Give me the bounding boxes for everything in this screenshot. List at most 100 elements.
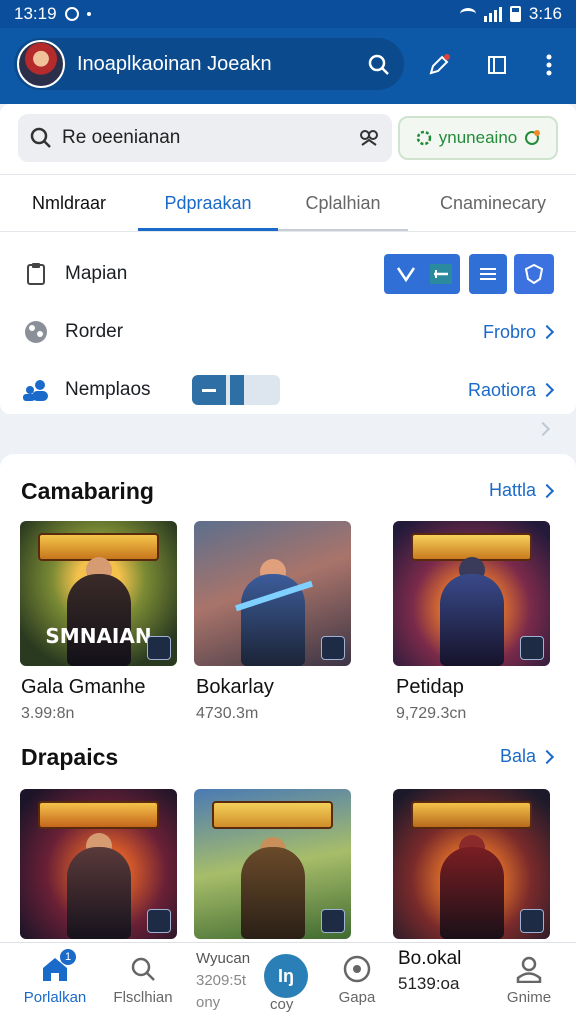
- puzzle-icon: [22, 318, 50, 346]
- game-thumbnail[interactable]: [393, 521, 550, 666]
- list-item-rorder[interactable]: Rorder Frobro: [0, 304, 576, 360]
- download-value: 5139:oa: [398, 974, 460, 993]
- fab-label: coy: [270, 996, 294, 1013]
- nav-label: Gnime: [506, 989, 552, 1006]
- section-see-all-link[interactable]: Hattla: [488, 480, 555, 501]
- game-thumbnail[interactable]: [393, 789, 550, 939]
- row-label: Mapian: [65, 263, 128, 284]
- bookmark-icon[interactable]: [482, 50, 512, 80]
- game-thumbnail[interactable]: SMNAIAN: [20, 521, 177, 666]
- section-link-text: Hattla: [488, 480, 536, 500]
- app-title: Inoaplkaoinan Joeakn: [77, 52, 272, 75]
- row-link-frobro[interactable]: Frobro: [482, 321, 555, 343]
- more-options-icon[interactable]: [534, 50, 564, 80]
- rating-badge-icon: [147, 909, 171, 933]
- download-title: Bo.okal: [398, 948, 462, 969]
- section-see-all-link[interactable]: Bala: [500, 746, 555, 767]
- chevron-right-icon: [539, 749, 555, 764]
- download-info: Bo.okal 5139:oa: [398, 948, 461, 994]
- tab-divider: [278, 229, 408, 231]
- search-icon[interactable]: [364, 50, 394, 80]
- app-notification-icon: [64, 7, 79, 21]
- play-button[interactable]: Iŋ: [264, 954, 308, 998]
- nav-item-home[interactable]: 1 Porlalkan: [10, 949, 100, 1006]
- game-thumbnail[interactable]: [20, 789, 177, 939]
- game-thumbnail[interactable]: [194, 789, 351, 939]
- settings-button[interactable]: [514, 254, 554, 294]
- game-character-body: [66, 574, 131, 666]
- shield-icon: [524, 264, 544, 284]
- notification-badge: 1: [60, 949, 76, 965]
- game-logo-banner: [38, 801, 159, 829]
- toggle-minus: [192, 375, 226, 405]
- row-label: Nemplaos: [65, 379, 151, 400]
- play-icon: Iŋ: [278, 965, 294, 986]
- promo-label: ynuneaino: [438, 128, 518, 147]
- toggle-switch[interactable]: [192, 375, 280, 405]
- row-link-text: Raotiora: [467, 379, 536, 400]
- search-text: Re oeenianan: [62, 127, 181, 148]
- menu-icon: [480, 268, 496, 280]
- tab-bar: Nmldraar Pdpraakan Cplalhian Cnaminecary: [0, 174, 576, 232]
- list-item-mapian[interactable]: Mapian: [0, 246, 576, 302]
- row-label: Rorder: [65, 321, 124, 342]
- list-item-nemplaos[interactable]: Nemplaos Raotiora: [0, 362, 576, 418]
- promo-button[interactable]: ynuneaino: [398, 116, 558, 160]
- toggle-handle: [230, 375, 244, 405]
- rating-badge-icon: [321, 909, 345, 933]
- game-logo-banner: [212, 801, 333, 829]
- clipboard-icon: [22, 260, 50, 288]
- list-view-button[interactable]: [469, 254, 507, 294]
- search-icon: [30, 127, 51, 148]
- users-icon: [22, 376, 50, 404]
- gear-icon: [416, 130, 432, 146]
- nav-item-games[interactable]: Gapa: [312, 953, 402, 1006]
- edit-notification-icon[interactable]: [424, 50, 454, 80]
- game-character-body: [439, 574, 504, 666]
- nav-item-search[interactable]: Flsclhian: [98, 953, 188, 1006]
- signal-icon: [483, 6, 502, 22]
- home-icon: 1: [10, 949, 100, 985]
- game-logo-banner: [411, 801, 532, 829]
- rating-badge-icon: [520, 636, 544, 660]
- mini-game-label: ony: [196, 994, 221, 1011]
- tab-nmldraar[interactable]: Nmldraar: [0, 175, 138, 232]
- battery-icon: [509, 6, 521, 22]
- active-tab-indicator: [138, 228, 278, 231]
- search-input[interactable]: Re oeenianan: [18, 114, 392, 162]
- game-thumbnail[interactable]: [194, 521, 351, 666]
- tab-pdpraakan[interactable]: Pdpraakan: [138, 175, 278, 232]
- row-link-text: Frobro: [482, 321, 536, 342]
- rating-badge-icon: [147, 636, 171, 660]
- game-title: Gala Gmanhe: [21, 676, 146, 698]
- top-panel: Re oeenianan ynuneaino Nmldraar Pdpraaka…: [0, 104, 576, 414]
- chevron-right-icon: [535, 421, 551, 437]
- notification-dot-icon: [86, 12, 91, 16]
- tab-cnaminecary[interactable]: Cnaminecary: [418, 175, 568, 232]
- avatar[interactable]: [17, 40, 65, 88]
- check-icon: [396, 264, 452, 284]
- nav-label: Gapa: [338, 989, 376, 1006]
- view-toggle-button[interactable]: [384, 254, 460, 294]
- nav-item-profile[interactable]: Gnime: [484, 953, 574, 1006]
- gamepad-icon: [312, 953, 402, 985]
- rating-badge-icon: [520, 909, 544, 933]
- game-title: Petidap: [396, 676, 464, 698]
- game-size: 3.99:8n: [21, 705, 75, 722]
- search-icon: [98, 953, 188, 985]
- row-link-raotiora[interactable]: Raotiora: [467, 379, 555, 401]
- nav-label: Porlalkan: [23, 989, 87, 1006]
- chevron-right-icon: [539, 382, 555, 398]
- game-character-body: [439, 847, 504, 939]
- game-title: Bokarlay: [196, 676, 274, 698]
- nav-label: Flsclhian: [113, 989, 173, 1006]
- status-bar: 13:19 3:16: [0, 0, 576, 28]
- account-pill[interactable]: Inoaplkaoinan Joeakn: [14, 38, 404, 90]
- mini-game-size: 3209:5t: [196, 972, 247, 989]
- app-bar: Inoaplkaoinan Joeakn: [0, 28, 576, 104]
- voice-search-icon[interactable]: [358, 127, 380, 149]
- status-time-left: 13:19: [14, 4, 57, 23]
- rating-badge-icon: [321, 636, 345, 660]
- tab-cplalhian[interactable]: Cplalhian: [278, 175, 408, 232]
- game-size: 4730.3m: [196, 705, 259, 722]
